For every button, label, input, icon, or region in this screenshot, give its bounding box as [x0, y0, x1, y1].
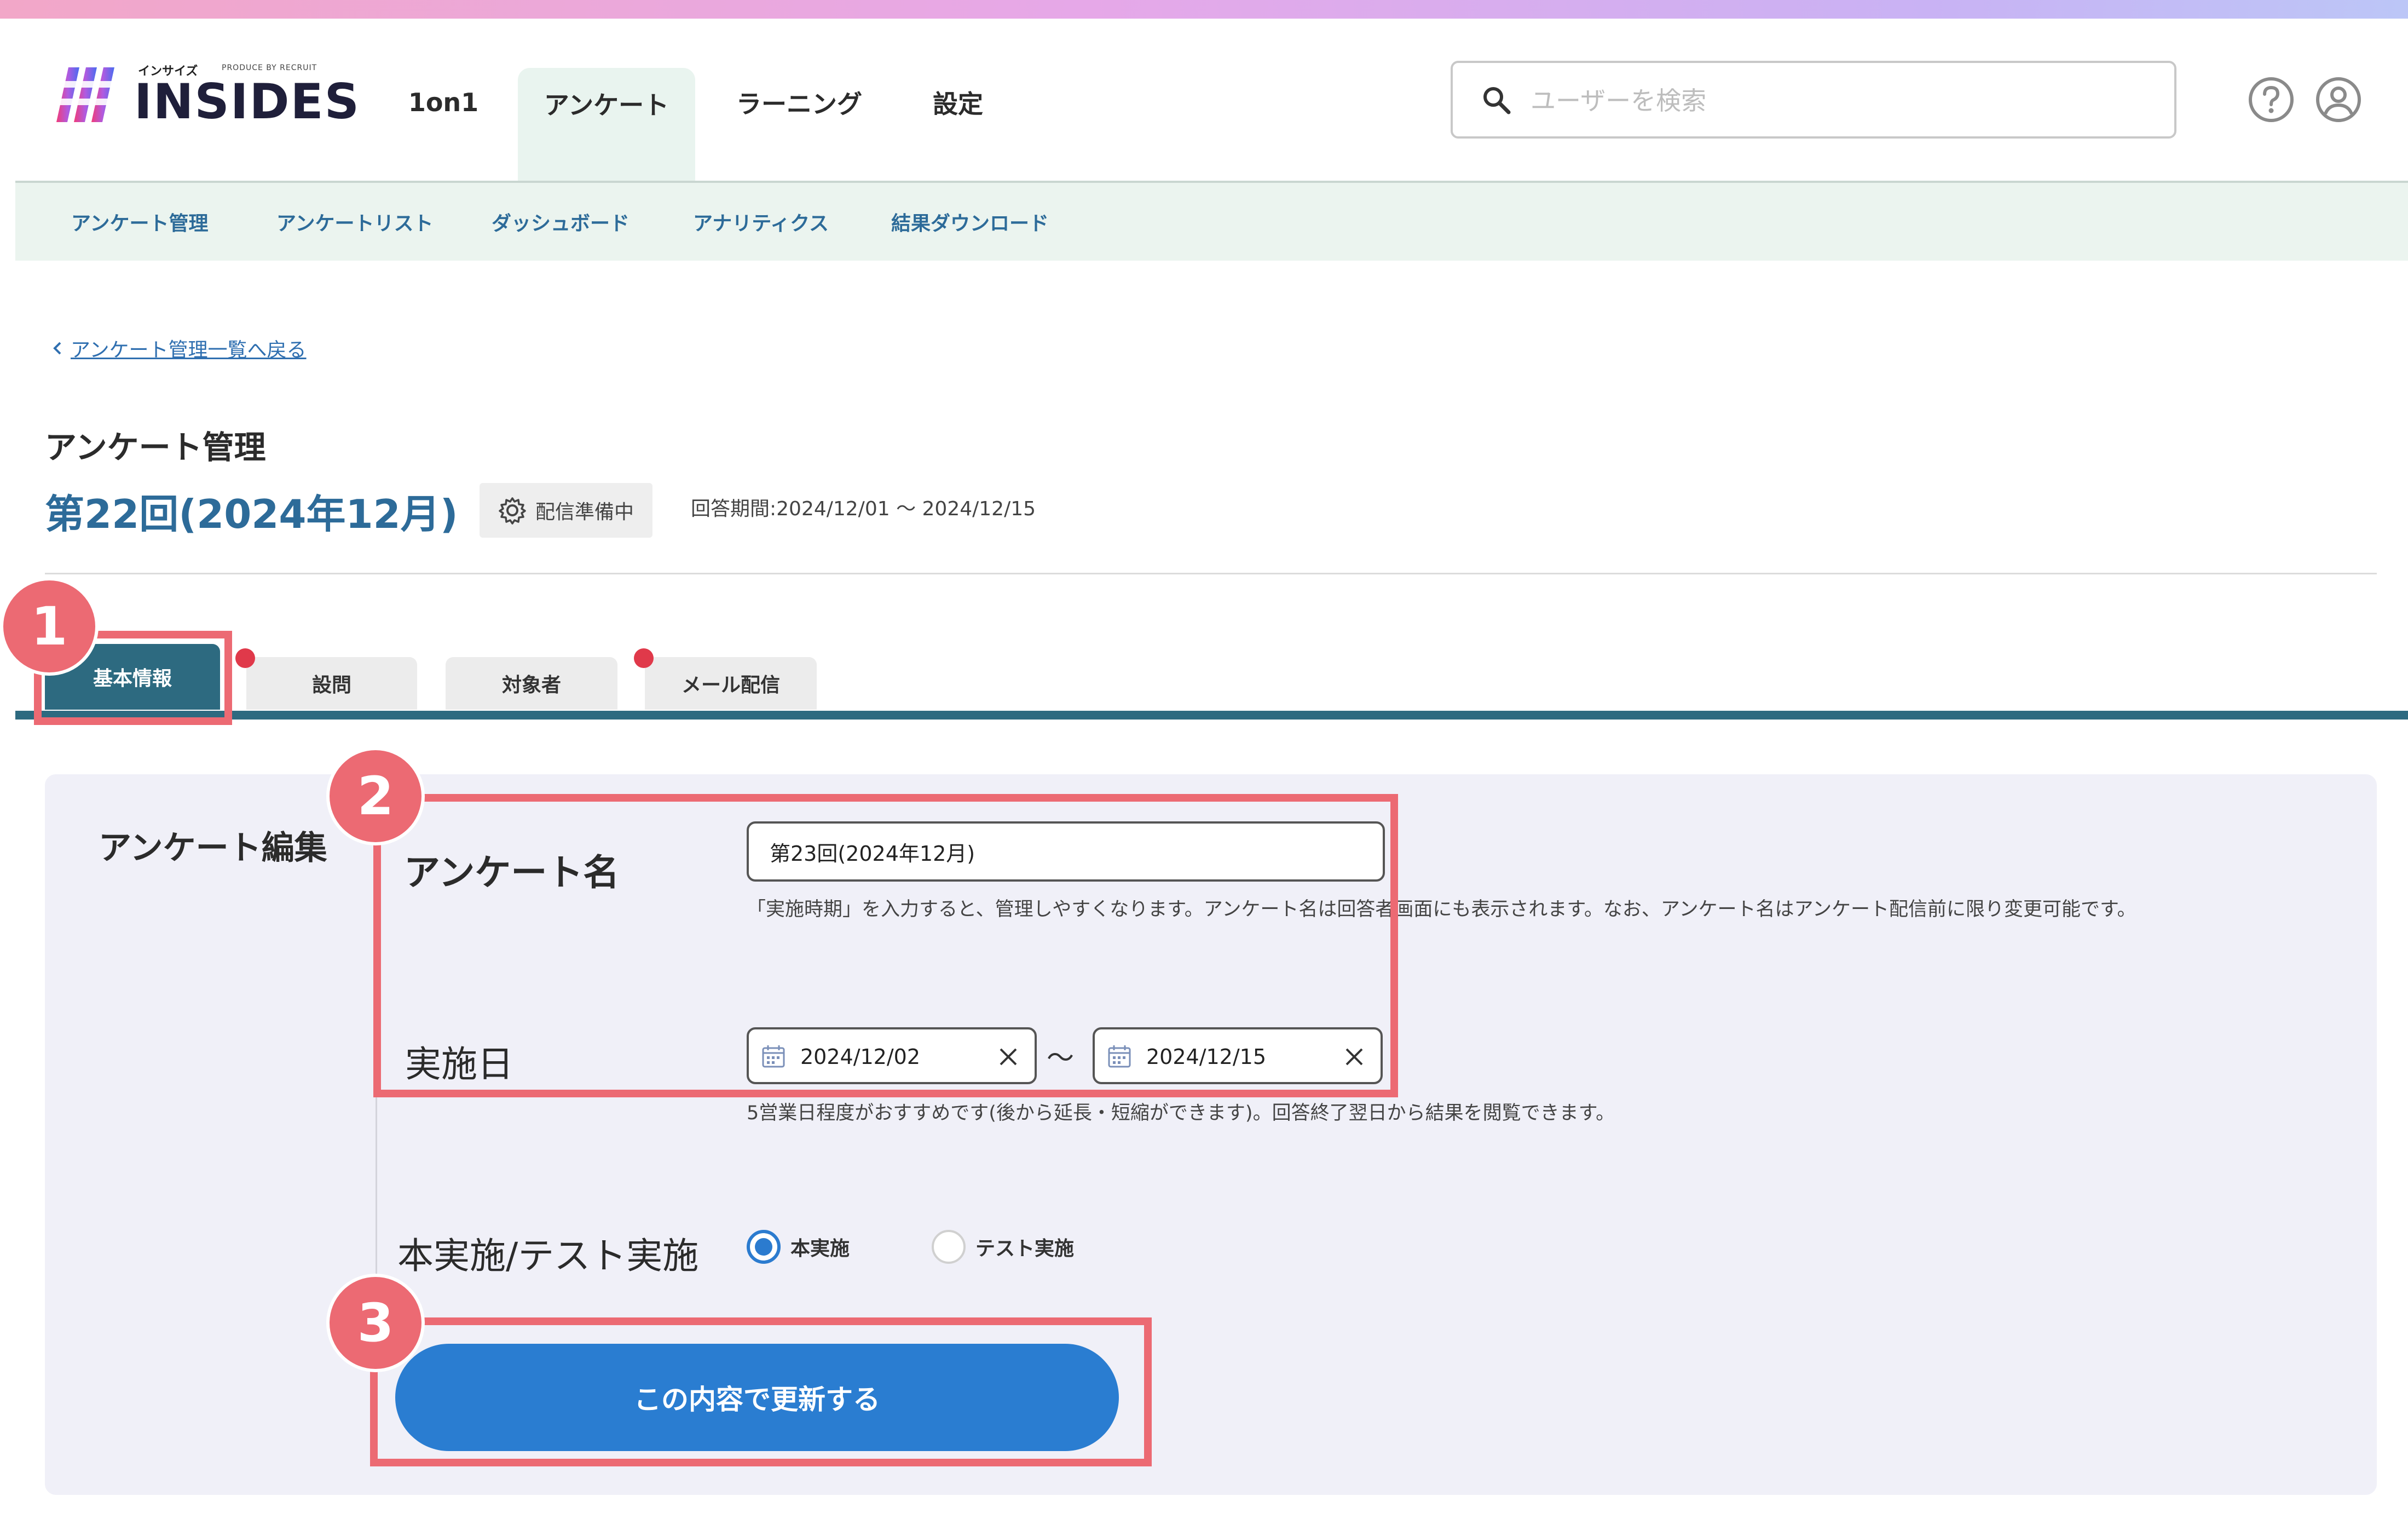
radio-test-label: テスト実施: [975, 1238, 1075, 1260]
callout-highlight-2: [373, 794, 1398, 1097]
nav-settings[interactable]: 設定: [909, 67, 1007, 138]
tab-mail-alert-dot: [634, 648, 654, 668]
tab-targets[interactable]: 対象者: [446, 657, 617, 710]
date-hint: 5営業日程度がおすすめです(後から延長・短縮ができます)。回答終了翌日から結果を…: [747, 1102, 1615, 1124]
subnav-survey-list[interactable]: アンケートリスト: [276, 183, 434, 261]
logo-wordmark: INSIDES: [134, 73, 361, 130]
nav-learning[interactable]: ラーニング: [723, 67, 876, 138]
radio-production-run[interactable]: 本実施: [747, 1230, 850, 1264]
status-text: 配信準備中: [535, 501, 634, 523]
status-badge: 配信準備中: [480, 483, 652, 538]
subnav-survey-management[interactable]: アンケート管理: [71, 183, 209, 261]
radio-test-run[interactable]: テスト実施: [932, 1230, 1074, 1264]
answer-period: 回答期間:2024/12/01 〜 2024/12/15: [691, 498, 1036, 520]
radio-circle[interactable]: [932, 1230, 966, 1264]
run-mode-label: 本実施/テスト実施: [397, 1235, 699, 1277]
chevron-left-icon: [53, 342, 61, 355]
help-icon[interactable]: [2247, 76, 2295, 124]
divider: [45, 573, 2377, 574]
callout-badge-3: 3: [326, 1274, 425, 1372]
tab-questions[interactable]: 設問: [246, 657, 417, 710]
subnav-analytics[interactable]: アナリティクス: [693, 183, 829, 261]
gear-icon: [499, 497, 526, 525]
user-search-box[interactable]: [1451, 61, 2176, 139]
back-link-text: アンケート管理一覧へ戻る: [71, 339, 307, 361]
nav-survey[interactable]: アンケート: [518, 68, 695, 181]
subnav-dashboard[interactable]: ダッシュボード: [492, 183, 630, 261]
user-account-icon[interactable]: [2314, 76, 2363, 124]
page-title: アンケート管理: [45, 429, 266, 466]
callout-highlight-3: [370, 1317, 1152, 1466]
callout-badge-1: 1: [0, 577, 99, 676]
radio-circle-selected[interactable]: [747, 1230, 781, 1264]
callout-badge-2: 2: [326, 747, 425, 845]
radio-production-label: 本実施: [790, 1238, 850, 1260]
tab-underline: [15, 711, 2408, 720]
subnav-result-download[interactable]: 結果ダウンロード: [891, 183, 1049, 261]
logo-mark-icon: [52, 67, 121, 122]
search-input[interactable]: [1529, 79, 2134, 122]
top-gradient-bar: [0, 0, 2408, 19]
tab-questions-alert-dot: [235, 648, 255, 668]
survey-title: 第22回(2024年12月): [45, 491, 458, 537]
tab-mail-delivery[interactable]: メール配信: [645, 657, 817, 710]
search-icon: [1483, 87, 1511, 114]
panel-heading: アンケート編集: [99, 829, 327, 867]
nav-1on1[interactable]: 1on1: [394, 67, 493, 138]
insides-logo[interactable]: インサイズ PRODUCE BY RECRUIT INSIDES: [52, 60, 359, 131]
back-to-list-link[interactable]: アンケート管理一覧へ戻る: [52, 334, 307, 362]
logo-produce: PRODUCE BY RECRUIT: [222, 64, 317, 72]
